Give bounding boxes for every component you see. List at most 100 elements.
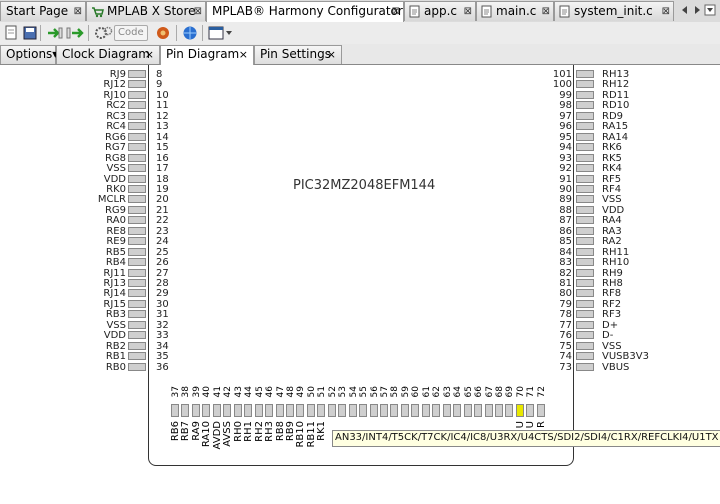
pin-pad[interactable] [128, 320, 146, 329]
pin-pad[interactable] [576, 101, 594, 110]
pin-pad[interactable] [576, 352, 594, 361]
pin-pad[interactable] [463, 404, 472, 417]
pin-pad[interactable] [576, 122, 594, 131]
pin-pad[interactable] [421, 404, 430, 417]
pin-pad[interactable] [128, 164, 146, 173]
pin-pad[interactable] [317, 404, 326, 417]
close-icon[interactable]: ⊠ [464, 2, 472, 21]
pin-pad[interactable] [128, 80, 146, 89]
tab-pin-settings[interactable]: Pin Settings × [254, 45, 342, 64]
close-icon[interactable]: ⊠ [74, 2, 82, 21]
pin-pad-selected[interactable] [515, 404, 524, 417]
pin-pad[interactable] [576, 205, 594, 214]
import-icon[interactable] [46, 25, 64, 41]
tab-app-c[interactable]: app.c ⊠ [404, 1, 476, 21]
pin-pad[interactable] [411, 404, 420, 417]
pin-pad[interactable] [380, 404, 388, 417]
export-icon[interactable] [66, 25, 84, 41]
pin-pad[interactable] [576, 331, 594, 340]
pin-pad[interactable] [254, 404, 263, 417]
pin-pad[interactable] [576, 132, 594, 141]
pin-pad[interactable] [432, 404, 441, 417]
pin-pad[interactable] [576, 184, 594, 193]
pin-pad[interactable] [128, 132, 146, 141]
pin-pad[interactable] [244, 404, 253, 417]
options-menu[interactable]: Options▾ [0, 45, 58, 64]
pin-pad[interactable] [128, 216, 146, 225]
pin-pad[interactable] [576, 153, 594, 162]
pin-pad[interactable] [453, 404, 462, 417]
pin-pad[interactable] [275, 404, 284, 417]
pin-pad[interactable] [576, 195, 594, 204]
pin-pad[interactable] [233, 404, 242, 417]
pin-pad[interactable] [128, 299, 146, 308]
pin-pad[interactable] [128, 247, 146, 256]
pin-pad[interactable] [128, 289, 146, 298]
tab-list-dropdown-icon[interactable] [704, 4, 716, 20]
pin-pad[interactable] [576, 70, 594, 78]
pin-pad[interactable] [494, 404, 503, 417]
pin-pad[interactable] [400, 404, 409, 417]
pin-pad[interactable] [474, 404, 483, 417]
tab-scroll-left-icon[interactable] [680, 4, 690, 20]
pin-pad[interactable] [128, 90, 146, 99]
pin-pad[interactable] [128, 184, 146, 193]
close-icon[interactable]: × [145, 46, 154, 63]
pin-pad[interactable] [171, 404, 179, 417]
tab-mplab-x-store[interactable]: MPLAB X Store ⊠ [86, 1, 206, 21]
pin-pad[interactable] [348, 404, 357, 417]
pin-pad[interactable] [327, 404, 336, 417]
close-icon[interactable]: ⊠ [542, 2, 550, 21]
pin-pad[interactable] [576, 216, 594, 225]
pin-pad[interactable] [576, 310, 594, 319]
pin-pad[interactable] [128, 101, 146, 110]
pin-pad[interactable] [576, 279, 594, 287]
pin-pad[interactable] [128, 268, 146, 277]
pin-pad[interactable] [191, 404, 200, 417]
close-icon[interactable]: × [239, 46, 248, 63]
pin-pad[interactable] [576, 320, 594, 329]
pin-pad[interactable] [576, 80, 594, 89]
pin-pad[interactable] [128, 111, 146, 120]
pin-pad[interactable] [296, 404, 305, 417]
pin-pad[interactable] [576, 341, 594, 350]
pin-pad[interactable] [369, 404, 378, 417]
pin-pad[interactable] [128, 143, 146, 152]
pin-pad[interactable] [128, 279, 146, 287]
pin-pad[interactable] [576, 90, 594, 99]
pin-pad[interactable] [181, 404, 190, 417]
pin-pad[interactable] [505, 404, 514, 417]
pin-pad[interactable] [265, 404, 274, 417]
pin-pad[interactable] [576, 164, 594, 173]
pin-pad[interactable] [128, 174, 146, 183]
tab-pin-diagram[interactable]: Pin Diagram × [160, 45, 254, 65]
tab-system-init-c[interactable]: system_init.c ⊠ [554, 1, 674, 21]
tab-clock-diagram[interactable]: Clock Diagram × [56, 45, 160, 64]
pin-pad[interactable] [484, 404, 493, 417]
pin-pad[interactable] [576, 247, 594, 256]
window-dropdown-icon[interactable] [208, 25, 234, 41]
pin-pad[interactable] [576, 174, 594, 183]
pin-pad[interactable] [576, 289, 594, 298]
new-config-icon[interactable] [4, 25, 18, 41]
harmony-icon[interactable] [154, 25, 172, 41]
pin-pad[interactable] [390, 404, 399, 417]
pin-pad[interactable] [202, 404, 211, 417]
pin-pad[interactable] [536, 404, 545, 417]
generate-code-button[interactable]: Code [94, 25, 148, 41]
tab-harmony-configurator[interactable]: MPLAB® Harmony Configurator* ⊠ [206, 1, 404, 23]
pin-pad[interactable] [576, 258, 594, 267]
pin-pad[interactable] [359, 404, 368, 417]
pin-diagram-canvas[interactable]: PIC32MZ2048EFM144 RJ9 8 RJ12 9 RJ10 10 RC2 11 RC… [0, 65, 720, 504]
close-icon[interactable]: ⊠ [194, 2, 202, 21]
pin-pad[interactable] [576, 111, 594, 120]
close-icon[interactable]: ⊠ [662, 2, 670, 21]
pin-pad[interactable] [576, 143, 594, 152]
globe-icon[interactable] [182, 25, 198, 41]
pin-pad[interactable] [128, 331, 146, 340]
pin-pad[interactable] [128, 258, 146, 267]
pin-pad[interactable] [338, 404, 347, 417]
pin-pad[interactable] [128, 237, 146, 246]
tab-start-page[interactable]: Start Page ⊠ [0, 1, 86, 21]
tab-scroll-right-icon[interactable] [692, 4, 702, 20]
